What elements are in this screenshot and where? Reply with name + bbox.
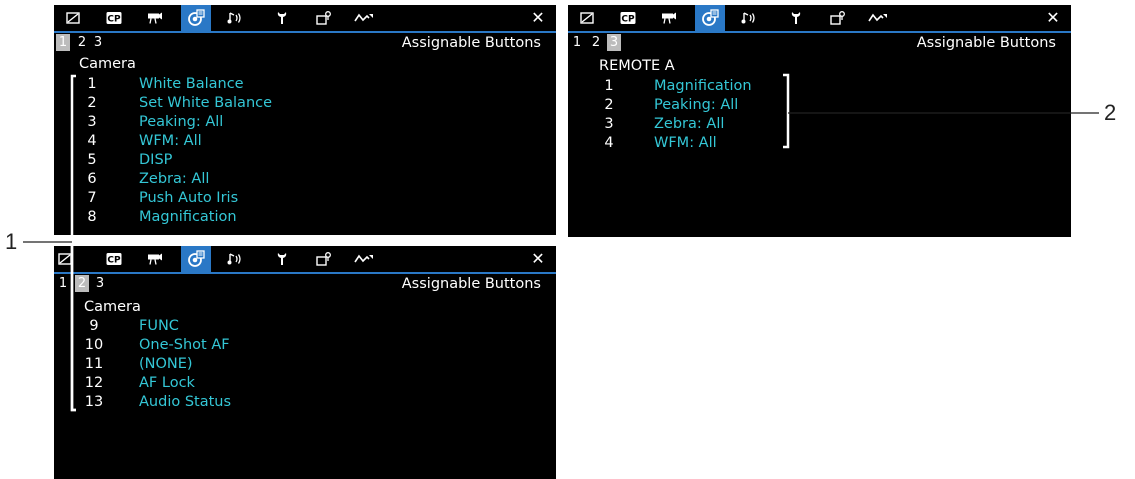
callout-2: 2	[1104, 100, 1117, 125]
callout-lines	[23, 73, 1099, 412]
callout-1: 1	[5, 229, 18, 254]
